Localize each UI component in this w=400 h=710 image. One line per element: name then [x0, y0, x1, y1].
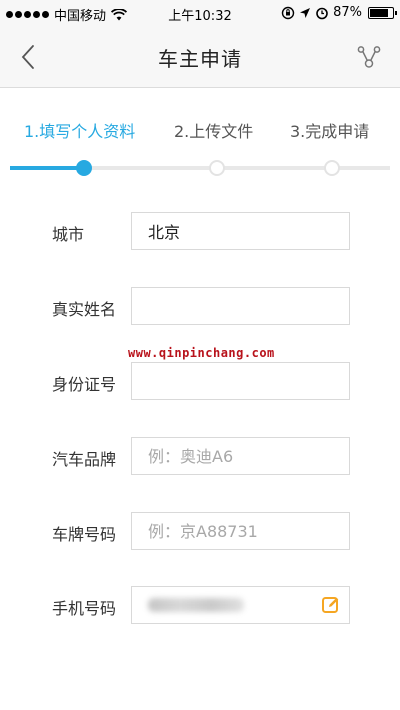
phone-row: 手机号码 — [0, 586, 400, 624]
status-right: 87% — [281, 5, 397, 20]
step-2-dot — [209, 160, 225, 176]
share-icon — [357, 46, 381, 68]
step-labels: 1.填写个人资料 2.上传文件 3.完成申请 — [0, 118, 400, 148]
watermark-text: www.qinpinchang.com — [128, 346, 275, 360]
city-input[interactable] — [131, 212, 350, 250]
battery-fill — [370, 8, 389, 17]
plate-number-label: 车牌号码 — [52, 525, 117, 544]
id-number-input[interactable] — [131, 362, 350, 400]
car-brand-row: 汽车品牌 — [0, 437, 400, 475]
battery-percent: 87% — [333, 5, 362, 20]
step-3-label: 3.完成申请 — [290, 122, 370, 141]
carrier-name: 中国移动 — [54, 9, 107, 24]
real-name-row: 真实姓名 — [0, 287, 400, 325]
battery-icon — [368, 6, 397, 19]
status-left: 中国移动 — [6, 5, 128, 24]
id-number-label: 身份证号 — [52, 375, 117, 394]
car-brand-input[interactable] — [131, 437, 350, 475]
real-name-label: 真实姓名 — [52, 300, 117, 319]
plate-number-row: 车牌号码 — [0, 512, 400, 550]
city-label: 城市 — [52, 225, 85, 244]
phone-value-blurred — [148, 598, 244, 612]
plate-number-input[interactable] — [131, 512, 350, 550]
share-button[interactable] — [356, 44, 382, 70]
phone-label: 手机号码 — [52, 599, 117, 618]
step-3-dot — [324, 160, 340, 176]
id-number-row: 身份证号 — [0, 362, 400, 400]
car-brand-label: 汽车品牌 — [52, 450, 117, 469]
city-row: 城市 — [0, 212, 400, 250]
wifi-icon — [111, 8, 128, 20]
real-name-input[interactable] — [131, 287, 350, 325]
step-1-label: 1.填写个人资料 — [24, 122, 136, 141]
signal-icon — [6, 11, 49, 18]
status-bar: 中国移动 上午10:32 87% — [0, 0, 400, 26]
rotation-lock-icon — [281, 6, 295, 19]
alarm-icon — [316, 7, 328, 19]
step-1-dot — [76, 160, 92, 176]
page-title: 车主申请 — [158, 47, 242, 71]
nav-bar: 车主申请 — [0, 26, 400, 88]
step-2-label: 2.上传文件 — [174, 122, 254, 141]
edit-icon[interactable] — [321, 595, 341, 615]
progress-filled — [10, 166, 84, 170]
location-arrow-icon — [300, 7, 311, 18]
step-progress — [10, 160, 390, 176]
